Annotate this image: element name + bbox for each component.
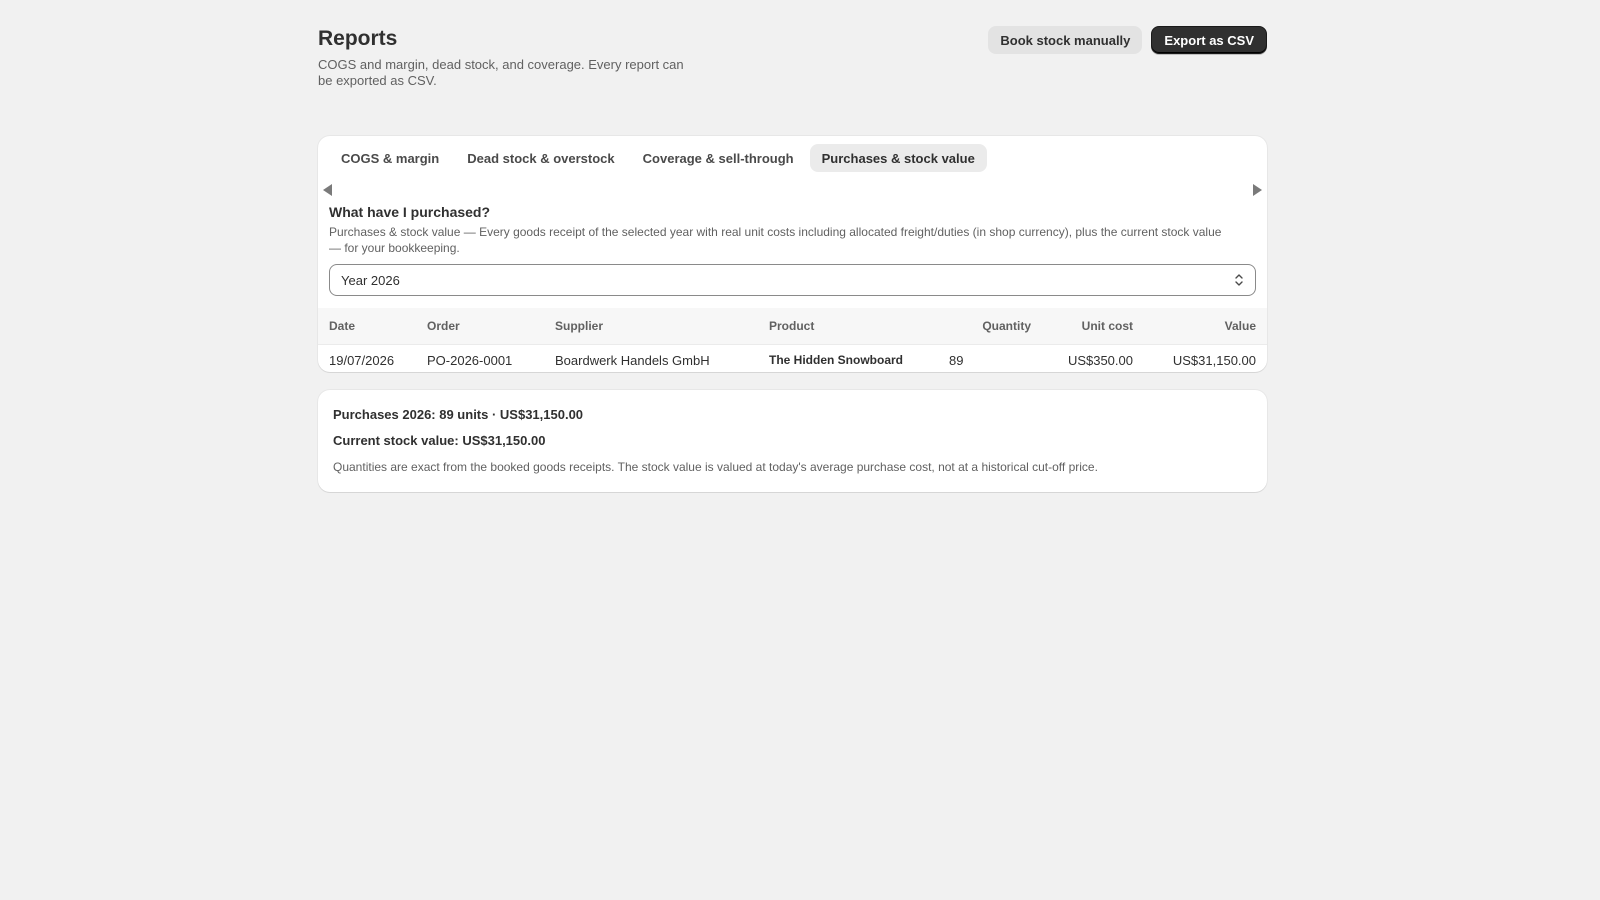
header-text: Reports COGS and margin, dead stock, and… (318, 24, 688, 89)
select-chevron-icon (1235, 274, 1243, 286)
purchases-summary: Purchases 2026: 89 units · US$31,150.00 (333, 407, 584, 422)
year-select-value: Year 2026 (341, 272, 400, 288)
section-heading: What have I purchased? (329, 204, 491, 220)
tab-purchases-stock-value[interactable]: Purchases & stock value (809, 144, 987, 172)
column-header-date: Date (329, 318, 356, 333)
export-csv-button[interactable]: Export as CSV (1151, 26, 1267, 54)
tab-dead-stock-overstock[interactable]: Dead stock & overstock (455, 144, 626, 172)
reports-page: Reports COGS and margin, dead stock, and… (318, 0, 1267, 492)
cell-quantity: 89 (949, 352, 964, 368)
column-header-product: Product (769, 318, 815, 333)
cell-supplier: Boardwerk Handels GmbH (555, 352, 710, 368)
column-header-supplier: Supplier (555, 318, 604, 333)
report-card: COGS & margin Dead stock & overstock Cov… (318, 136, 1267, 372)
cell-order: PO-2026-0001 (427, 352, 513, 368)
tab-cogs-margin[interactable]: COGS & margin (329, 144, 451, 172)
page-header: Reports COGS and margin, dead stock, and… (318, 24, 1267, 112)
page-title: Reports (318, 27, 398, 50)
column-header-order: Order (427, 318, 460, 333)
cell-unit-cost: US$350.00 (1067, 352, 1133, 368)
table-header-row: Date Order Supplier Product Quantity Uni… (318, 308, 1267, 344)
column-header-quantity: Quantity (982, 318, 1031, 333)
column-header-unit-cost: Unit cost (1081, 318, 1133, 333)
book-stock-manually-button[interactable]: Book stock manually (988, 26, 1143, 54)
stock-value-summary: Current stock value: US$31,150.00 (333, 433, 546, 448)
section-description: Purchases & stock value — Every goods re… (329, 225, 1222, 255)
header-actions: Book stock manually Export as CSV (988, 26, 1267, 54)
tab-coverage-sell-through[interactable]: Coverage & sell-through (631, 144, 806, 172)
summary-card: Purchases 2026: 89 units · US$31,150.00 … (318, 390, 1267, 492)
cell-product: The Hidden Snowboard (769, 353, 903, 368)
cell-value: US$31,150.00 (1172, 352, 1256, 368)
year-select[interactable]: Year 2026 (329, 264, 1256, 296)
summary-note: Quantities are exact from the booked goo… (333, 460, 1098, 474)
purchases-section: What have I purchased? Purchases & stock… (318, 204, 1267, 296)
page-subtitle: COGS and margin, dead stock, and coverag… (318, 57, 684, 88)
tabs-scroll-left-icon[interactable] (323, 184, 332, 196)
report-tabs: COGS & margin Dead stock & overstock Cov… (318, 136, 1267, 172)
column-header-value: Value (1224, 318, 1256, 333)
purchases-table: Date Order Supplier Product Quantity Uni… (318, 308, 1267, 372)
tabs-scroll-right-icon[interactable] (1253, 184, 1262, 196)
table-row: 19/07/2026 PO-2026-0001 Boardwerk Handel… (318, 344, 1267, 372)
cell-date: 19/07/2026 (329, 352, 395, 368)
